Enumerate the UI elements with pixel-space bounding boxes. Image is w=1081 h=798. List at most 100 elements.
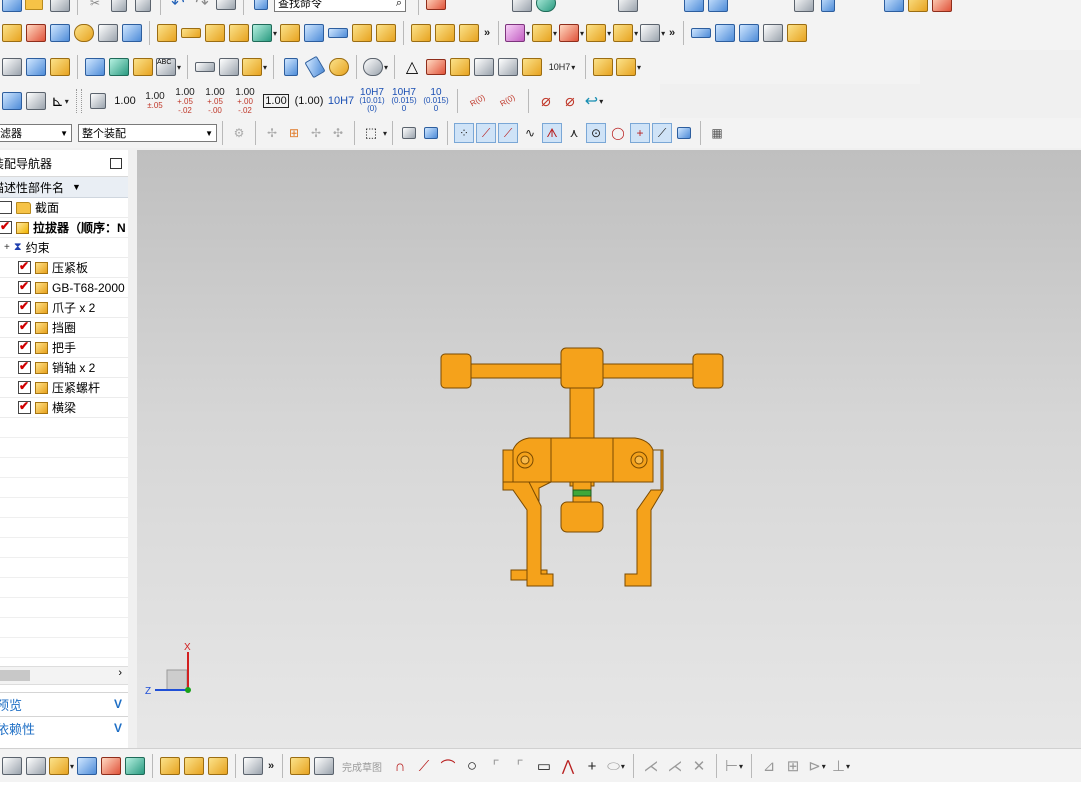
snap-control-point-icon[interactable]: ᗑ: [542, 123, 563, 143]
ruled-icon[interactable]: [738, 18, 760, 48]
note-icon[interactable]: [49, 52, 71, 82]
general-select-icon[interactable]: ✢: [262, 123, 282, 143]
component-remove-icon[interactable]: ▾: [559, 18, 584, 48]
sort-down-icon[interactable]: ▼: [72, 182, 81, 192]
command-search-input[interactable]: 查找命令 ⌕: [274, 0, 406, 12]
dropdown-caret[interactable]: ▾: [739, 762, 743, 771]
arc-icon[interactable]: ⌒: [437, 751, 459, 781]
spreadsheet-icon[interactable]: [25, 52, 47, 82]
tree-row-assembly[interactable]: 拉拔器（顺序：N: [0, 218, 128, 238]
dimension-bilateral-button[interactable]: 1.00 ±.05: [141, 86, 169, 116]
expand-chevron-icon[interactable]: V: [114, 697, 122, 711]
chamfer-sketch-icon[interactable]: ⌜: [509, 751, 531, 781]
pick-edge-icon[interactable]: ✣: [328, 123, 348, 143]
drawing-view-icon[interactable]: [449, 52, 471, 82]
csys-icon[interactable]: ⊾ ▾: [49, 86, 71, 116]
expand-chevron-icon[interactable]: V: [114, 721, 122, 735]
visibility-checkbox[interactable]: [0, 201, 12, 214]
tree-row-constraints[interactable]: + ⧗ 约束: [0, 238, 128, 258]
dropdown-caret[interactable]: ▾: [571, 63, 575, 72]
visibility-checkbox[interactable]: [18, 279, 31, 294]
fit-h7-limits-button[interactable]: 10H7 (10.01) (0): [357, 86, 387, 116]
dropdown-caret[interactable]: ▾: [580, 29, 584, 38]
selection-scope-dropdown[interactable]: 整个装配 ▼: [78, 124, 217, 142]
tree-row-part[interactable]: 把手: [0, 338, 128, 358]
expand-icon[interactable]: +: [4, 242, 10, 253]
extend-icon[interactable]: ⋌: [664, 751, 686, 781]
snap-endpoint-icon[interactable]: ⟋: [476, 123, 497, 143]
pick-point-icon[interactable]: ✢: [306, 123, 326, 143]
mirror-icon[interactable]: [204, 18, 226, 48]
edit-style-icon[interactable]: [521, 52, 543, 82]
pressing-plate[interactable]: [560, 501, 604, 533]
trim-body-icon[interactable]: [279, 18, 301, 48]
tree-row-part[interactable]: 挡圈: [0, 318, 128, 338]
dropdown-caret[interactable]: ▾: [607, 29, 611, 38]
dropdown-caret[interactable]: ▾: [822, 762, 826, 771]
cylinder-icon[interactable]: [280, 52, 302, 82]
diameter-icon[interactable]: ⌀: [535, 86, 557, 116]
more-tools-indicator[interactable]: »: [481, 27, 493, 39]
text-feature-icon[interactable]: ABC ▾: [156, 52, 181, 82]
visibility-checkbox[interactable]: [0, 219, 12, 234]
return-arrow-icon[interactable]: ↩ ▾: [583, 86, 605, 116]
dropdown-caret[interactable]: ▾: [599, 97, 603, 106]
assembly-filter-icon[interactable]: ⚙: [229, 123, 249, 143]
snap-grid-icon[interactable]: ▦: [707, 123, 727, 143]
type-filter-dropdown[interactable]: 滤器 ▼: [0, 124, 72, 142]
dropdown-caret[interactable]: ▾: [383, 129, 387, 138]
sketch-dimension-icon[interactable]: ⊢ ▾: [723, 751, 745, 781]
assembly-constraint-icon[interactable]: ▾: [532, 18, 557, 48]
move-face-icon[interactable]: [84, 52, 106, 82]
scrollbar-thumb[interactable]: [0, 670, 30, 681]
dimension-reference-button[interactable]: (1.00): [293, 86, 325, 116]
coordinate-icon[interactable]: [25, 86, 47, 116]
origin-icon[interactable]: [1, 86, 23, 116]
tree-row-part[interactable]: 销轴 x 2: [0, 358, 128, 378]
pattern-icon[interactable]: [156, 18, 178, 48]
dimension-lower-button[interactable]: 1.00 +.00 -.02: [231, 86, 259, 116]
draft-icon[interactable]: [458, 18, 480, 48]
snap-existing-point-icon[interactable]: +: [630, 123, 651, 143]
claw-left-top[interactable]: [502, 449, 514, 483]
handle-end-right[interactable]: [692, 353, 724, 389]
fit-h7-button[interactable]: 10H7: [327, 86, 355, 116]
dropdown-caret[interactable]: ▾: [70, 762, 74, 771]
toolbar-grip[interactable]: [76, 89, 82, 113]
diameter-2-icon[interactable]: ⌀: [559, 86, 581, 116]
dimension-limits-button[interactable]: 1.00 +.05 -.02: [171, 86, 199, 116]
snap-point-on-face-icon[interactable]: [674, 123, 694, 143]
assembly-icon[interactable]: [1, 751, 23, 781]
projected-curve-icon[interactable]: [218, 52, 240, 82]
dropdown-caret[interactable]: ▾: [637, 63, 641, 72]
tree-row-part[interactable]: 压紧螺杆: [0, 378, 128, 398]
maximize-icon[interactable]: [110, 157, 122, 169]
fillet-icon[interactable]: ⌜: [485, 751, 507, 781]
tree-row-section[interactable]: 截面: [0, 198, 128, 218]
tree-row-part[interactable]: 爪子 x 2: [0, 298, 128, 318]
radius-dimension-button[interactable]: R(0): [464, 86, 492, 116]
tree-row-part[interactable]: 横梁: [0, 398, 128, 418]
navigator-horizontal-scrollbar[interactable]: ›: [0, 666, 128, 685]
offset-curve-icon[interactable]: ⬭ ▾: [605, 751, 627, 781]
component-array-icon[interactable]: ▾: [613, 18, 638, 48]
thicken-icon[interactable]: [375, 18, 397, 48]
dropdown-caret[interactable]: ▾: [273, 29, 277, 38]
dropdown-caret[interactable]: ▾: [526, 29, 530, 38]
fit-h7-tolerance-button[interactable]: 10H7 (0.015) 0: [389, 86, 419, 116]
hole-icon[interactable]: [73, 18, 95, 48]
swept-icon[interactable]: [714, 18, 736, 48]
more-tools-indicator[interactable]: »: [265, 760, 277, 772]
sketch-mirror-icon[interactable]: ⊳ ▾: [806, 751, 828, 781]
dimension-basic-button[interactable]: 1.00: [261, 86, 291, 116]
auto-constraint-icon[interactable]: ⊞: [782, 751, 804, 781]
tree-row-part[interactable]: GB-T68-2000: [0, 278, 128, 298]
dropdown-caret[interactable]: ▾: [661, 29, 665, 38]
sequence-icon[interactable]: [183, 751, 205, 781]
offset-face-icon[interactable]: [327, 18, 349, 48]
puller-assembly-model[interactable]: [440, 347, 724, 587]
sketch-more-icon[interactable]: ⊥ ▾: [830, 751, 852, 781]
more-tools-indicator[interactable]: »: [666, 27, 678, 39]
dependencies-panel-header[interactable]: 依赖性 V: [0, 716, 128, 739]
edge-blend-icon[interactable]: [410, 18, 432, 48]
